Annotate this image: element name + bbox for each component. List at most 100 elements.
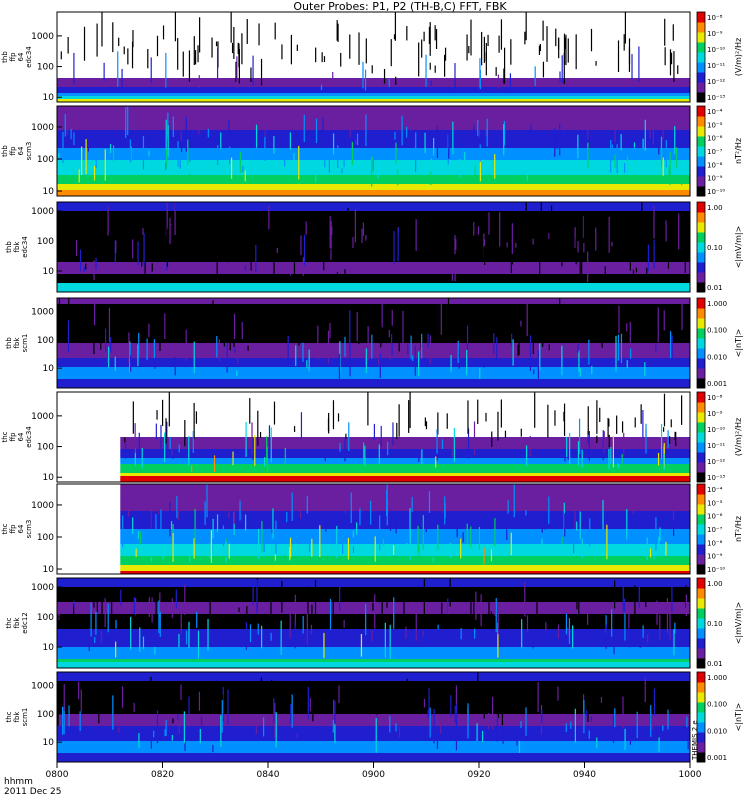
time-streak: [389, 521, 392, 531]
time-streak: [291, 492, 293, 521]
time-streak: [421, 39, 423, 58]
time-streak: [641, 202, 643, 234]
time-streak: [132, 401, 134, 434]
time-streak: [578, 418, 581, 454]
time-streak: [281, 44, 283, 60]
freq-band: [57, 735, 690, 739]
freq-band: [120, 547, 691, 551]
time-streak: [115, 641, 117, 658]
time-streak: [642, 138, 644, 149]
time-streak: [238, 607, 240, 613]
time-streak: [189, 155, 191, 162]
time-streak: [434, 65, 436, 73]
time-streak: [315, 47, 317, 63]
freq-band: [57, 136, 690, 140]
time-streak: [425, 54, 427, 87]
time-streak: [174, 357, 176, 376]
freq-band: [57, 346, 690, 350]
time-streak: [234, 615, 236, 623]
time-streak: [533, 369, 535, 375]
time-streak: [387, 441, 389, 456]
time-streak: [441, 439, 444, 450]
colorbar-segment: [697, 524, 705, 535]
time-streak: [665, 139, 667, 168]
freq-band: [57, 286, 690, 290]
time-streak: [258, 23, 260, 46]
time-streak: [670, 419, 672, 428]
time-streak: [525, 12, 527, 41]
time-streak: [135, 598, 137, 616]
freq-band: [57, 367, 690, 371]
time-streak: [455, 719, 458, 751]
time-streak: [644, 119, 646, 151]
freq-band: [120, 505, 691, 509]
time-streak: [397, 227, 399, 262]
time-streak: [559, 71, 561, 83]
freq-band: [57, 301, 690, 305]
time-streak: [72, 686, 74, 709]
freq-band: [57, 310, 690, 314]
time-streak: [184, 584, 186, 615]
time-streak: [586, 710, 588, 717]
time-streak: [118, 37, 120, 47]
freq-band: [57, 256, 690, 260]
time-streak: [581, 211, 583, 241]
time-streak: [154, 646, 156, 655]
freq-band: [57, 109, 690, 113]
time-streak: [148, 150, 150, 157]
time-streak: [497, 610, 499, 635]
colorbar-label: <|mV/m|>: [734, 602, 743, 645]
time-streak: [424, 226, 426, 244]
colorbar-segment: [697, 702, 705, 713]
time-streak: [608, 216, 610, 253]
freq-band: [57, 349, 690, 353]
time-streak: [345, 433, 347, 439]
time-streak: [229, 146, 231, 165]
time-streak: [518, 740, 521, 753]
time-streak: [393, 545, 395, 555]
time-streak: [362, 222, 364, 237]
time-streak: [142, 136, 145, 170]
time-streak: [160, 424, 162, 458]
freq-band: [57, 690, 690, 694]
time-streak: [655, 343, 657, 352]
time-streak: [500, 399, 502, 428]
time-streak: [653, 239, 655, 269]
time-streak: [671, 335, 673, 366]
time-streak: [626, 509, 628, 540]
time-streak: [468, 312, 470, 329]
time-streak: [477, 672, 479, 700]
time-streak: [365, 38, 367, 64]
freq-band: [57, 232, 690, 236]
time-streak: [402, 310, 404, 343]
time-streak: [632, 499, 634, 515]
time-streak: [306, 360, 308, 368]
time-streak: [601, 337, 603, 348]
y-axis-label-line: fbk: [13, 617, 21, 629]
time-streak: [196, 611, 198, 628]
time-streak: [218, 339, 220, 362]
time-streak: [449, 578, 451, 607]
freq-band: [120, 541, 691, 545]
freq-band: [57, 241, 690, 245]
time-streak: [177, 38, 179, 70]
time-streak: [541, 709, 543, 724]
time-streak: [603, 433, 605, 454]
time-streak: [664, 18, 666, 46]
time-streak: [73, 132, 75, 146]
colorbar-segment: [697, 462, 705, 473]
time-streak: [230, 275, 232, 282]
time-streak: [429, 335, 431, 364]
time-streak: [156, 710, 159, 744]
time-streak: [154, 502, 156, 512]
freq-band: [57, 641, 690, 645]
time-streak: [108, 346, 110, 368]
time-streak: [108, 307, 111, 343]
time-streak: [344, 438, 346, 462]
time-streak: [280, 620, 282, 655]
time-streak: [559, 124, 561, 156]
time-streak: [418, 42, 420, 77]
time-streak: [317, 325, 319, 360]
time-streak: [436, 729, 439, 749]
time-streak: [112, 695, 114, 730]
